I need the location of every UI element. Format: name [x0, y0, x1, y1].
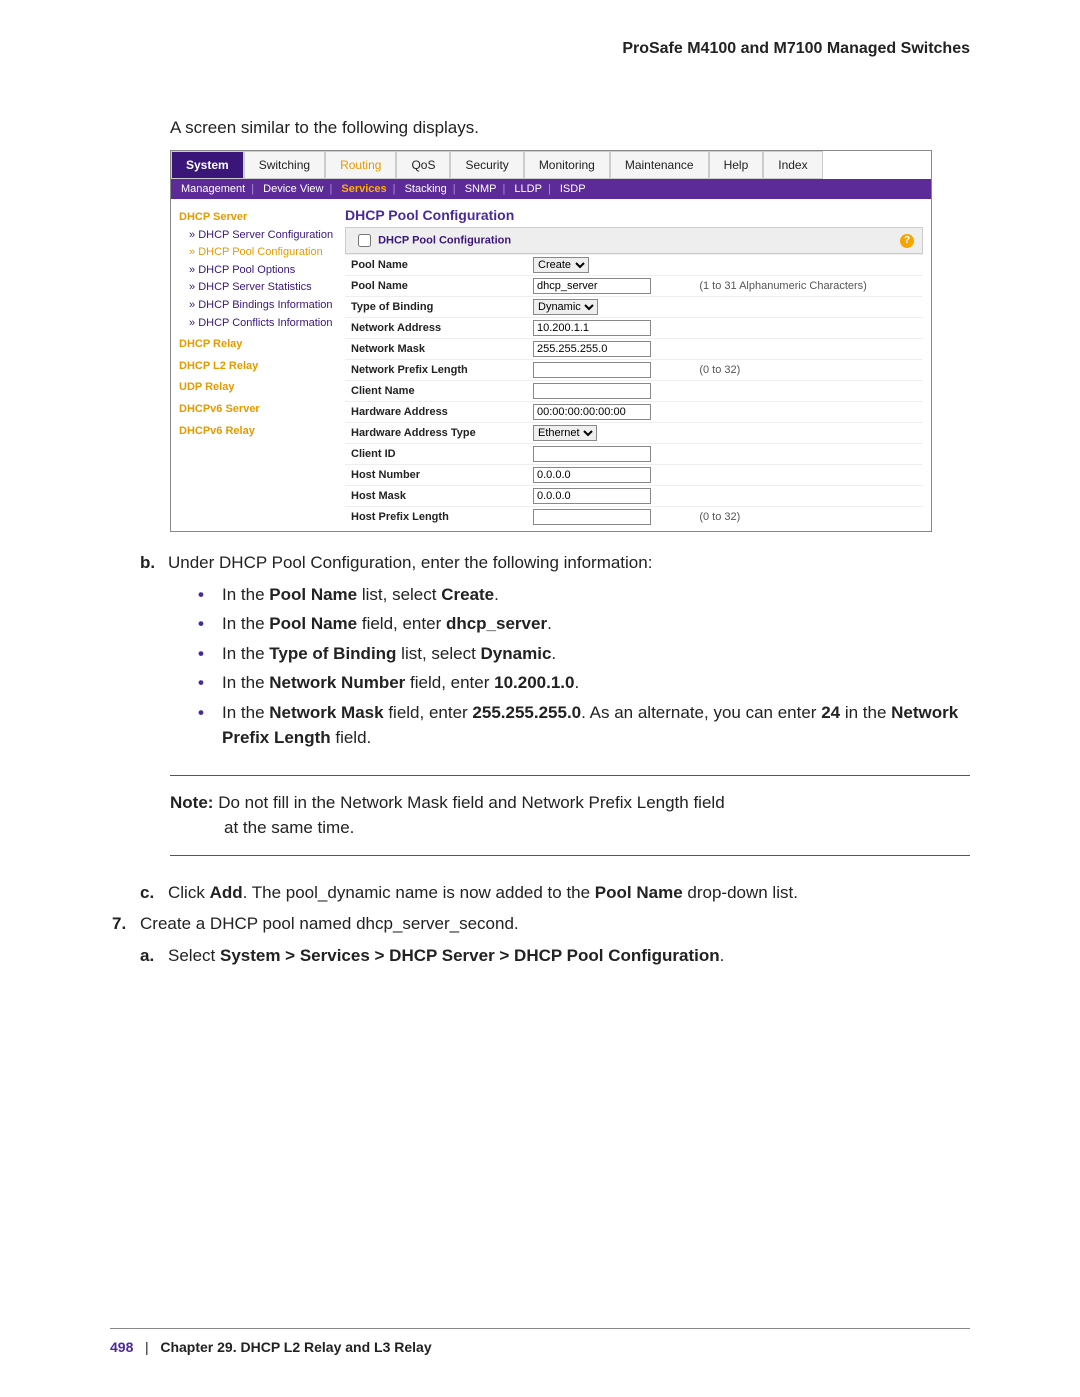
sub-tab-bar: Management| Device View| Services| Stack… — [171, 179, 931, 199]
subtab-snmp[interactable]: SNMP — [465, 183, 497, 195]
row-type-binding: Type of Binding Dynamic — [345, 297, 923, 318]
row-pool-name-select: Pool Name Create — [345, 255, 923, 276]
sidebar-head-dhcpv6-server[interactable]: DHCPv6 Server — [179, 401, 339, 419]
sidebar-head-udp-relay[interactable]: UDP Relay — [179, 379, 339, 397]
sidebar-item-dhcp-bindings[interactable]: » DHCP Bindings Information — [179, 297, 339, 315]
subtab-device-view[interactable]: Device View — [263, 183, 323, 195]
pool-name-input[interactable] — [533, 278, 651, 294]
sidebar-item-dhcp-server-stats[interactable]: » DHCP Server Statistics — [179, 279, 339, 297]
panel-subtitle: DHCP Pool Configuration — [378, 234, 511, 246]
network-address-input[interactable] — [533, 320, 651, 336]
client-id-input[interactable] — [533, 446, 651, 462]
network-mask-input[interactable] — [533, 341, 651, 357]
sidebar-head-dhcp-server[interactable]: DHCP Server — [179, 209, 339, 227]
row-network-mask: Network Mask — [345, 339, 923, 360]
client-name-input[interactable] — [533, 383, 651, 399]
row-host-number: Host Number — [345, 465, 923, 486]
config-panel: DHCP Pool Configuration DHCP Pool Config… — [345, 199, 931, 531]
row-host-prefix-length: Host Prefix Length (0 to 32) — [345, 507, 923, 528]
page-footer: 498 | Chapter 29. DHCP L2 Relay and L3 R… — [110, 1328, 970, 1355]
row-hardware-address: Hardware Address — [345, 402, 923, 423]
type-binding-select[interactable]: Dynamic — [533, 299, 598, 315]
sidebar-item-dhcp-pool-config[interactable]: » DHCP Pool Configuration — [179, 244, 339, 262]
panel-subtitle-bar: DHCP Pool Configuration ? — [345, 227, 923, 254]
subtab-services[interactable]: Services — [341, 183, 386, 195]
step-7: 7. Create a DHCP pool named dhcp_server_… — [112, 911, 970, 937]
host-prefix-input[interactable] — [533, 509, 651, 525]
main-tab-bar: System Switching Routing QoS Security Mo… — [171, 151, 931, 179]
panel-checkbox[interactable] — [358, 234, 371, 247]
row-hardware-address-type: Hardware Address Type Ethernet — [345, 423, 923, 444]
hardware-address-type-select[interactable]: Ethernet — [533, 425, 597, 441]
subtab-stacking[interactable]: Stacking — [405, 183, 447, 195]
form-table: Pool Name Create Pool Name (1 to 31 Alph… — [345, 254, 923, 527]
sidebar-item-dhcp-server-config[interactable]: » DHCP Server Configuration — [179, 227, 339, 245]
help-icon[interactable]: ? — [900, 234, 914, 248]
sidebar: DHCP Server » DHCP Server Configuration … — [171, 199, 345, 531]
tab-routing[interactable]: Routing — [325, 151, 396, 179]
step-7a: a. Select System > Services > DHCP Serve… — [140, 943, 970, 969]
subtab-management[interactable]: Management — [181, 183, 245, 195]
sidebar-head-dhcp-l2-relay[interactable]: DHCP L2 Relay — [179, 358, 339, 376]
hardware-address-input[interactable] — [533, 404, 651, 420]
sidebar-item-dhcp-pool-options[interactable]: » DHCP Pool Options — [179, 262, 339, 280]
panel-title: DHCP Pool Configuration — [345, 203, 923, 227]
row-host-mask: Host Mask — [345, 486, 923, 507]
row-pool-name-text: Pool Name (1 to 31 Alphanumeric Characte… — [345, 276, 923, 297]
sidebar-head-dhcpv6-relay[interactable]: DHCPv6 Relay — [179, 423, 339, 441]
step-c: c. Click Add. The pool_dynamic name is n… — [140, 880, 970, 906]
subtab-lldp[interactable]: LLDP — [514, 183, 542, 195]
doc-header: ProSafe M4100 and M7100 Managed Switches — [110, 40, 970, 58]
row-client-name: Client Name — [345, 381, 923, 402]
row-client-id: Client ID — [345, 444, 923, 465]
note-block: Note: Do not fill in the Network Mask fi… — [170, 775, 970, 856]
tab-monitoring[interactable]: Monitoring — [524, 151, 610, 179]
instructions: b. Under DHCP Pool Configuration, enter … — [110, 550, 970, 968]
subtab-isdp[interactable]: ISDP — [560, 183, 586, 195]
tab-system[interactable]: System — [171, 151, 244, 179]
tab-qos[interactable]: QoS — [396, 151, 450, 179]
host-number-input[interactable] — [533, 467, 651, 483]
intro-text: A screen similar to the following displa… — [170, 118, 970, 138]
network-prefix-input[interactable] — [533, 362, 651, 378]
host-mask-input[interactable] — [533, 488, 651, 504]
step-b: b. Under DHCP Pool Configuration, enter … — [140, 550, 970, 576]
sidebar-head-dhcp-relay[interactable]: DHCP Relay — [179, 336, 339, 354]
row-network-address: Network Address — [345, 318, 923, 339]
tab-security[interactable]: Security — [450, 151, 523, 179]
screenshot-panel: System Switching Routing QoS Security Mo… — [170, 150, 932, 532]
pool-name-select[interactable]: Create — [533, 257, 589, 273]
tab-help[interactable]: Help — [709, 151, 764, 179]
tab-index[interactable]: Index — [763, 151, 822, 179]
sidebar-item-dhcp-conflicts[interactable]: » DHCP Conflicts Information — [179, 315, 339, 333]
tab-switching[interactable]: Switching — [244, 151, 325, 179]
tab-maintenance[interactable]: Maintenance — [610, 151, 709, 179]
row-network-prefix-length: Network Prefix Length (0 to 32) — [345, 360, 923, 381]
